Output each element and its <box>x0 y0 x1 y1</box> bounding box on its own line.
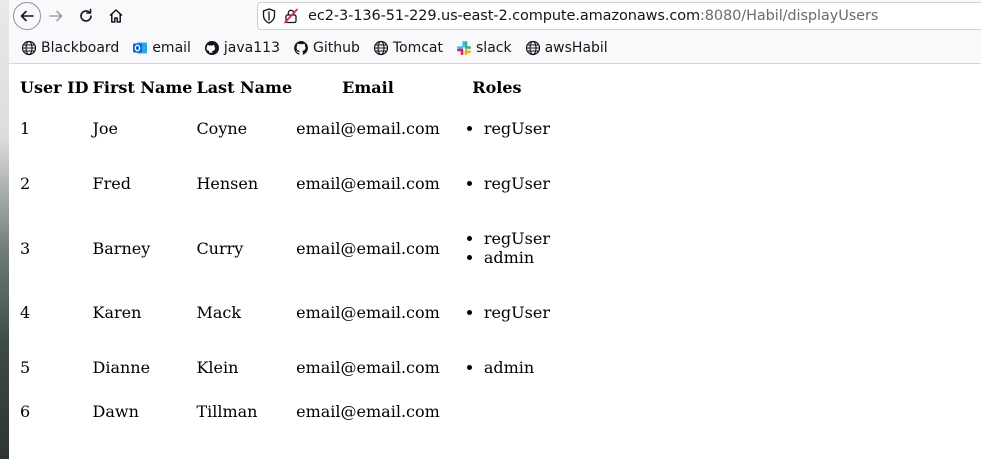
cell-first-name: Dawn <box>92 401 139 421</box>
url-text[interactable]: ec2-3-136-51-229.us-east-2.compute.amazo… <box>308 8 878 24</box>
cell-user-id: 6 <box>20 401 31 421</box>
home-button[interactable] <box>101 1 131 31</box>
cell-user-id: 1 <box>20 119 31 138</box>
table-header-row: User ID First Name Last Name Email Roles <box>19 74 551 100</box>
cell-last-name: Coyne <box>196 119 248 138</box>
url-host: ec2-3-136-51-229.us-east-2.compute.amazo… <box>308 8 700 24</box>
globe-icon <box>373 40 389 56</box>
cell-user-id: 5 <box>20 358 31 377</box>
role-item: regUser <box>484 229 550 248</box>
reload-button[interactable] <box>71 1 101 31</box>
cell-last-name: Tillman <box>196 401 258 421</box>
reload-icon <box>80 8 92 22</box>
cell-roles <box>443 396 551 426</box>
bookmark-email[interactable]: email <box>132 40 191 56</box>
cell-email: email@email.com <box>296 119 440 138</box>
bookmark-label: Tomcat <box>392 39 444 56</box>
role-item: admin <box>484 248 550 267</box>
navigation-toolbar: ec2-3-136-51-229.us-east-2.compute.amazo… <box>9 0 981 32</box>
bookmark-awshabil[interactable]: awsHabil <box>525 40 608 56</box>
globe-icon <box>525 40 541 56</box>
cell-user-id: 3 <box>20 238 31 258</box>
table-row: 4 Karen Mack email@email.com regUser <box>19 286 551 339</box>
desktop-edge <box>0 0 9 459</box>
cell-email: email@email.com <box>296 174 440 193</box>
cell-user-id: 2 <box>20 174 31 193</box>
bookmark-slack[interactable]: slack <box>456 40 512 56</box>
cell-email: email@email.com <box>296 358 440 377</box>
cell-email: email@email.com <box>296 303 440 322</box>
bookmark-tomcat[interactable]: Tomcat <box>373 40 443 56</box>
bookmark-label: Blackboard <box>41 39 120 56</box>
cell-last-name: Mack <box>196 303 242 322</box>
cell-first-name: Barney <box>92 238 151 258</box>
cell-first-name: Fred <box>92 174 131 193</box>
roles-list: admin <box>444 358 550 377</box>
arrow-left-icon <box>20 10 34 22</box>
table-row: 5 Dianne Klein email@email.com admin <box>19 341 551 394</box>
bookmark-java113[interactable]: java113 <box>204 40 280 56</box>
bookmark-label: email <box>152 39 191 56</box>
header-last-name: Last Name <box>196 77 293 97</box>
role-item: regUser <box>484 174 550 193</box>
cell-last-name: Hensen <box>196 174 259 193</box>
bookmark-label: slack <box>476 39 512 56</box>
cell-roles: regUser <box>443 157 551 210</box>
role-item: admin <box>484 358 550 377</box>
header-email: Email <box>342 77 394 97</box>
back-button[interactable] <box>13 2 41 30</box>
page-content: User ID First Name Last Name Email Roles… <box>9 64 981 459</box>
bookmark-label: Github <box>312 39 360 56</box>
cell-last-name: Klein <box>196 358 239 377</box>
cell-roles: regUser <box>443 102 551 155</box>
tracking-shield-icon[interactable] <box>258 8 280 24</box>
table-row: 6 Dawn Tillman email@email.com <box>19 396 551 426</box>
cell-roles: regUser admin <box>443 212 551 284</box>
browser-window: ec2-3-136-51-229.us-east-2.compute.amazo… <box>9 0 981 459</box>
role-item: regUser <box>484 303 550 322</box>
arrow-right-icon <box>49 10 63 22</box>
home-icon <box>109 9 123 23</box>
globe-icon <box>21 40 37 56</box>
header-first-name: First Name <box>92 77 193 97</box>
header-roles: Roles <box>472 77 522 97</box>
insecure-connection-icon[interactable] <box>280 8 302 24</box>
cell-email: email@email.com <box>296 238 440 258</box>
cell-first-name: Joe <box>92 119 119 138</box>
github-icon <box>204 40 220 56</box>
cell-first-name: Dianne <box>92 358 151 377</box>
role-item: regUser <box>484 119 550 138</box>
users-table: User ID First Name Last Name Email Roles… <box>17 72 553 428</box>
bookmark-blackboard[interactable]: Blackboard <box>21 40 119 56</box>
url-path: :8080/Habil/displayUsers <box>700 8 879 24</box>
cell-user-id: 4 <box>20 303 31 322</box>
table-row: 3 Barney Curry email@email.com regUser a… <box>19 212 551 284</box>
forward-button[interactable] <box>41 1 71 31</box>
address-bar[interactable]: ec2-3-136-51-229.us-east-2.compute.amazo… <box>257 2 981 30</box>
cell-last-name: Curry <box>196 238 244 258</box>
roles-list: regUser <box>444 119 550 138</box>
roles-list: regUser <box>444 303 550 322</box>
slack-icon <box>456 40 472 56</box>
bookmarks-toolbar: Blackboard email java113 Github Tomcat s… <box>9 32 981 64</box>
cell-first-name: Karen <box>92 303 142 322</box>
github-icon <box>293 40 309 56</box>
bookmark-github[interactable]: Github <box>293 40 360 56</box>
outlook-icon <box>132 40 148 56</box>
cell-roles: admin <box>443 341 551 394</box>
table-row: 2 Fred Hensen email@email.com regUser <box>19 157 551 210</box>
roles-list: regUser <box>444 174 550 193</box>
bookmark-label: java113 <box>223 39 280 56</box>
header-user-id: User ID <box>20 77 89 97</box>
roles-list: regUser admin <box>444 229 550 267</box>
cell-email: email@email.com <box>296 401 440 421</box>
cell-roles: regUser <box>443 286 551 339</box>
table-row: 1 Joe Coyne email@email.com regUser <box>19 102 551 155</box>
bookmark-label: awsHabil <box>544 39 608 56</box>
